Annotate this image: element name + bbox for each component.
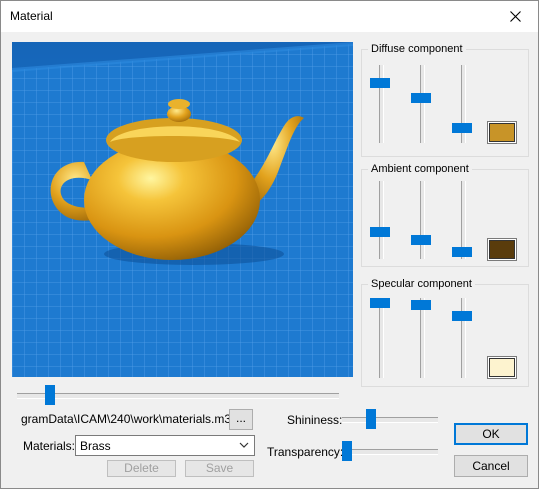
specular-blue-slider-track[interactable] [461,298,466,378]
specular-component-label: Specular component [368,277,475,291]
title-bar: Material [1,1,538,32]
materials-label: Materials: [23,439,76,453]
browse-button[interactable]: ... [229,409,253,430]
specular-red-slider-thumb[interactable] [370,298,390,308]
diffuse-blue-slider-thumb[interactable] [452,123,472,133]
specular-red-slider-track[interactable] [379,298,384,378]
ambient-component-label: Ambient component [368,162,472,176]
specular-green-slider-thumb[interactable] [411,300,431,310]
diffuse-color-swatch [488,122,516,143]
close-icon [509,11,521,22]
materials-dropdown[interactable]: Brass [75,435,255,456]
ambient-green-slider-track[interactable] [420,181,425,259]
shininess-slider-track[interactable] [342,417,438,423]
diffuse-component-label: Diffuse component [368,42,466,56]
material-dialog: Material Diffuse component Ambient compo… [0,0,539,489]
materials-selected-value: Brass [80,439,111,453]
diffuse-red-slider-track[interactable] [379,65,384,143]
cancel-button[interactable]: Cancel [454,455,528,477]
window-title: Material [10,9,53,23]
material-preview[interactable] [12,42,353,377]
ambient-green-slider-thumb[interactable] [411,235,431,245]
file-path-label: gramData\ICAM\240\work\materials.m3d [21,412,238,426]
specular-color-button[interactable] [487,356,517,379]
diffuse-green-slider-thumb[interactable] [411,93,431,103]
save-button[interactable]: Save [185,460,254,477]
shininess-label: Shininess: [287,413,343,427]
shininess-slider-thumb[interactable] [366,409,376,429]
preview-rotation-slider-track[interactable] [17,393,339,399]
ok-button[interactable]: OK [454,423,528,445]
close-button[interactable] [492,1,538,32]
preview-rotation-slider-thumb[interactable] [45,385,55,405]
diffuse-green-slider-track[interactable] [420,65,425,143]
ambient-blue-slider-thumb[interactable] [452,247,472,257]
teapot-icon [12,42,353,377]
specular-blue-slider-thumb[interactable] [452,311,472,321]
diffuse-color-button[interactable] [487,121,517,144]
ambient-color-button[interactable] [487,238,517,261]
ambient-color-swatch [488,239,516,260]
transparency-label: Transparency: [267,445,344,459]
diffuse-red-slider-thumb[interactable] [370,78,390,88]
specular-color-swatch [488,357,516,378]
delete-button[interactable]: Delete [107,460,176,477]
chevron-down-icon [239,442,249,448]
specular-green-slider-track[interactable] [420,298,425,378]
ambient-red-slider-track[interactable] [379,181,384,259]
ambient-red-slider-thumb[interactable] [370,227,390,237]
transparency-slider-thumb[interactable] [342,441,352,461]
transparency-slider-track[interactable] [342,449,438,455]
